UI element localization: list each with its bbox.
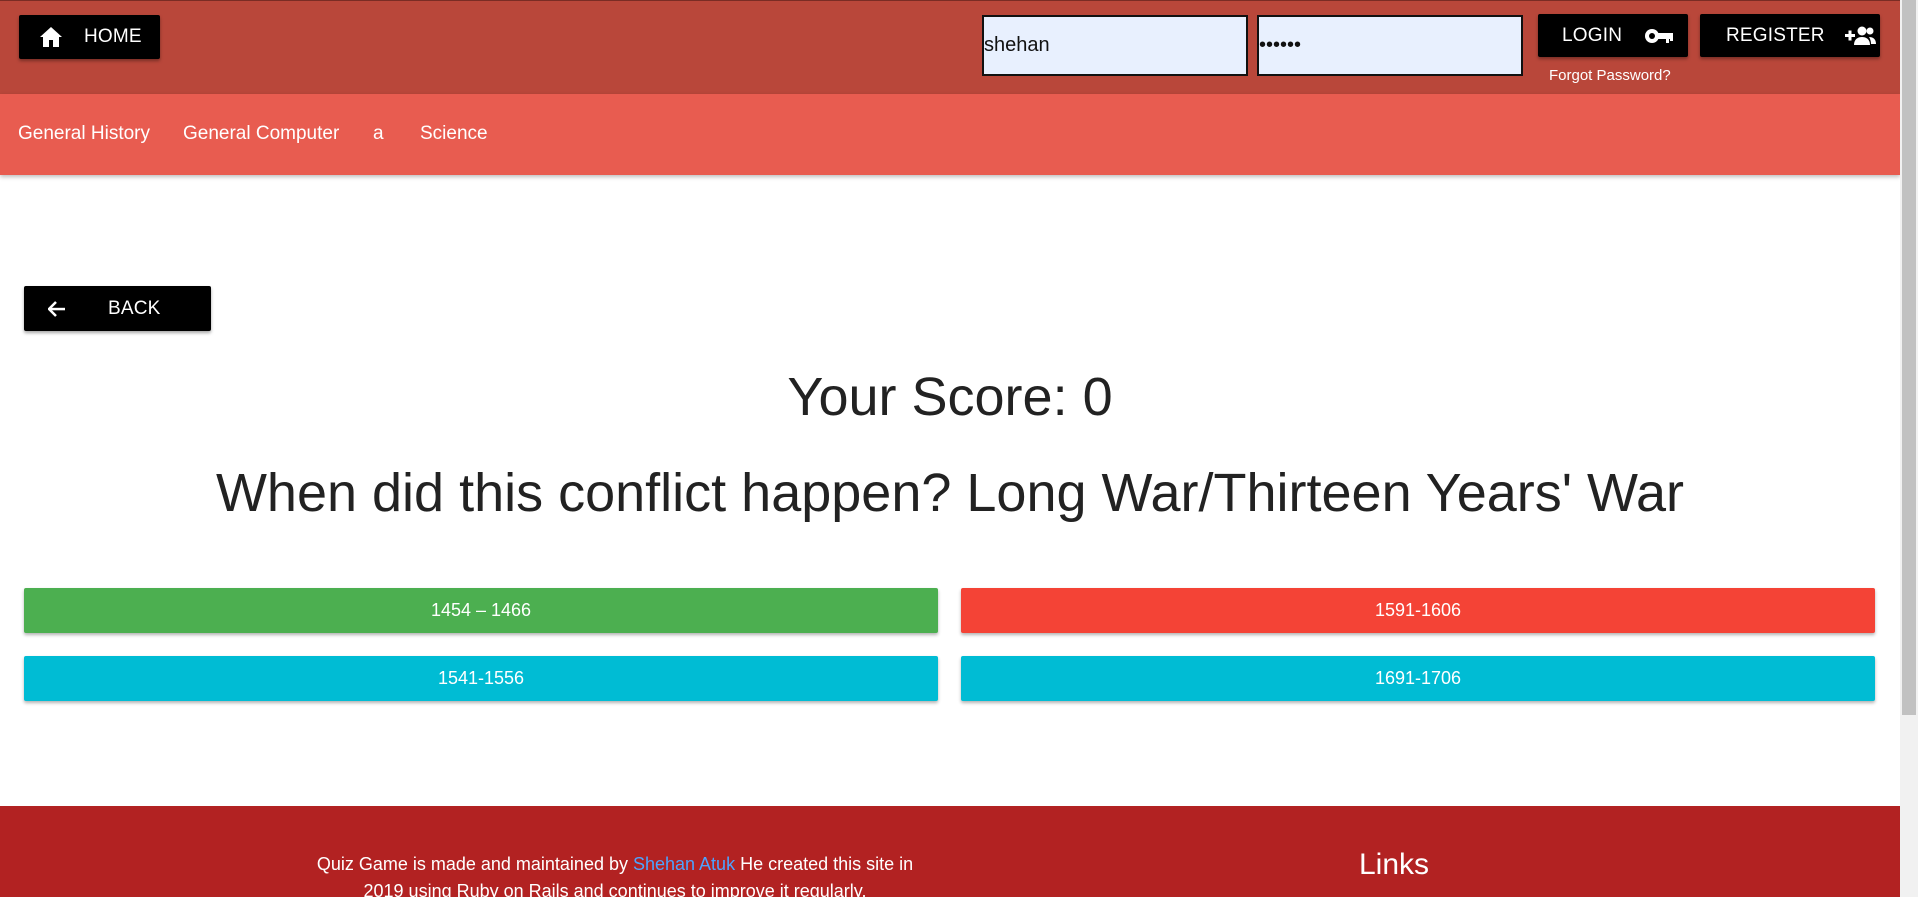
answer-button-1[interactable]: 1454 – 1466 [24, 588, 938, 633]
answer-button-3[interactable]: 1541-1556 [24, 656, 938, 701]
password-value: •••••• [1259, 34, 1302, 56]
author-link[interactable]: Shehan Atuk [633, 854, 735, 874]
scrollbar-thumb[interactable] [1902, 0, 1916, 715]
footer-text-before: Quiz Game is made and maintained by [316, 854, 633, 874]
page-scrollbar[interactable] [1900, 0, 1918, 897]
username-input[interactable]: shehan [982, 15, 1248, 76]
category-general-computer[interactable]: General Computer [183, 123, 339, 145]
top-navbar: HOME shehan •••••• LOGIN REGISTER Forgot… [0, 0, 1900, 94]
score-display: Your Score: 0 [787, 367, 1113, 427]
category-a[interactable]: a [373, 123, 384, 145]
back-button[interactable]: BACK [24, 286, 211, 331]
add-user-icon [1844, 26, 1877, 46]
answer-button-4[interactable]: 1691-1706 [961, 656, 1875, 701]
forgot-password-link[interactable]: Forgot Password? [1549, 67, 1671, 84]
login-label: LOGIN [1562, 24, 1623, 46]
answer-button-2[interactable]: 1591-1606 [961, 588, 1875, 633]
login-button[interactable]: LOGIN [1538, 14, 1688, 57]
category-general-history[interactable]: General History [18, 123, 150, 145]
username-value: shehan [984, 34, 1050, 56]
back-label: BACK [108, 297, 161, 319]
home-button[interactable]: HOME [19, 15, 160, 59]
home-label: HOME [84, 26, 142, 47]
footer-links-heading: Links [1359, 848, 1430, 881]
category-science[interactable]: Science [420, 123, 488, 145]
arrow-left-icon [48, 300, 66, 317]
password-input[interactable]: •••••• [1257, 15, 1523, 76]
question-text: When did this conflict happen? Long War/… [215, 463, 1685, 523]
register-button[interactable]: REGISTER [1700, 14, 1880, 57]
home-icon [39, 26, 63, 48]
footer-about-text: Quiz Game is made and maintained by Sheh… [300, 851, 930, 897]
footer: Quiz Game is made and maintained by Sheh… [0, 806, 1900, 897]
register-label: REGISTER [1726, 24, 1825, 46]
key-icon [1644, 27, 1674, 45]
category-nav: General History General Computer a Scien… [0, 94, 1900, 175]
